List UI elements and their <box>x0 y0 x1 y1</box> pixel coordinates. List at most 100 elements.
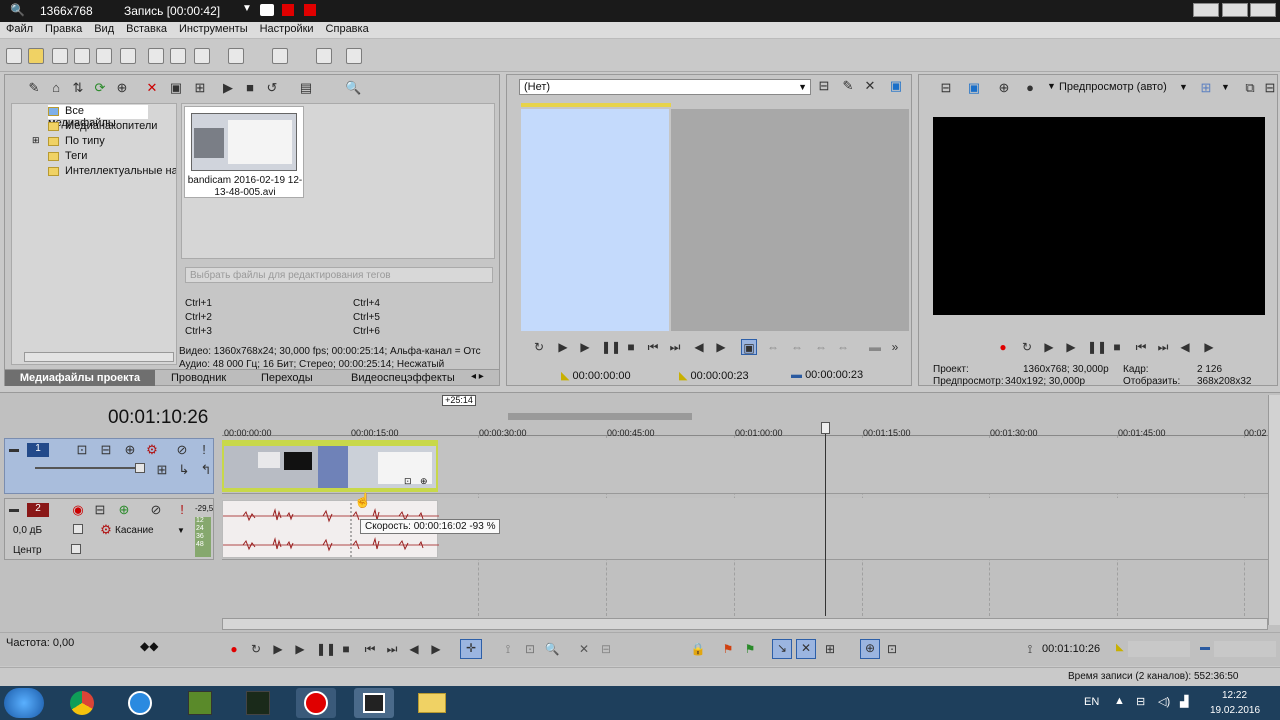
composite-icon[interactable]: ⊕ <box>123 443 137 457</box>
play-icon[interactable]: ▶ <box>292 641 308 657</box>
play-from-start-icon[interactable]: ▶ <box>270 641 286 657</box>
zoom-icon[interactable]: 🔍 <box>345 81 361 95</box>
level-slider-handle[interactable] <box>135 463 145 473</box>
bypass-icon[interactable]: ↰ <box>199 463 213 477</box>
tray-signal-icon[interactable]: ▟ <box>1180 695 1188 708</box>
region-icon[interactable]: ⚑ <box>742 641 758 657</box>
preview-properties-icon[interactable]: ⊟ <box>939 81 953 95</box>
lock-icon[interactable]: 🔒 <box>690 641 706 657</box>
track-motion-icon[interactable]: ⊡ <box>75 443 89 457</box>
taskbar-minecraft[interactable] <box>180 688 220 718</box>
tabs-arrows-icon[interactable]: ◂ ▸ <box>471 371 484 382</box>
trim-tool-2-icon[interactable]: ⇔ <box>789 339 805 355</box>
play-icon[interactable]: ▶ <box>577 339 593 355</box>
preview-video[interactable] <box>933 117 1265 315</box>
rate-slider-icon[interactable]: ◆◆ <box>140 639 158 653</box>
play-from-start-icon[interactable]: ▶ <box>555 339 571 355</box>
next-frame-icon[interactable]: ▶ <box>1201 339 1217 355</box>
auto-crossfade-icon[interactable]: ✕ <box>796 639 816 659</box>
expand-icon[interactable]: ⊞ <box>32 135 40 146</box>
trim-mode-icon[interactable]: ▣ <box>741 339 757 355</box>
redo-icon[interactable] <box>272 48 288 64</box>
collapse-icon[interactable]: ▬ <box>7 443 21 457</box>
get-media-icon[interactable]: ⇅ <box>71 81 85 95</box>
trim-tool-4-icon[interactable]: ⇔ <box>835 339 851 355</box>
chevron-down-icon[interactable]: ▼ <box>177 526 185 535</box>
display-icon[interactable]: ▣ <box>889 79 903 93</box>
taskbar-vegas[interactable] <box>354 688 394 718</box>
go-end-icon[interactable]: ⏭ <box>384 641 400 657</box>
paste-icon[interactable] <box>194 48 210 64</box>
timeline-hscroll[interactable] <box>222 618 1268 630</box>
tray-arrow-icon[interactable]: ▲ <box>1114 695 1125 707</box>
selection-start-field[interactable] <box>1128 641 1190 657</box>
audio-composite-icon[interactable]: ⊕ <box>117 503 131 517</box>
trimmer-selector[interactable]: (Нет) ▼ <box>519 79 811 95</box>
delete-icon[interactable]: ✕ <box>576 641 592 657</box>
fx-icon[interactable]: ⊕ <box>420 476 428 487</box>
next-frame-icon[interactable]: ▶ <box>713 339 729 355</box>
search-media-icon[interactable]: ⊕ <box>115 81 129 95</box>
properties-media-icon[interactable]: ▣ <box>169 81 183 95</box>
taskbar-bandicam[interactable] <box>296 688 336 718</box>
tree-item-smart[interactable]: Интеллектуальные нак <box>48 165 176 177</box>
solo-icon[interactable]: ! <box>175 503 189 517</box>
grid-icon[interactable]: ⊞ <box>1199 81 1213 95</box>
chevron-down-icon[interactable]: ▼ <box>1179 82 1188 92</box>
tab-video-fx[interactable]: Видеоспецэффекты <box>351 372 455 384</box>
tree-item-all[interactable]: Все медиафайлы <box>48 105 148 129</box>
stop-icon[interactable]: ■ <box>1109 339 1125 355</box>
play-media-icon[interactable]: ▶ <box>221 81 235 95</box>
save-as-icon[interactable] <box>74 48 90 64</box>
pause-icon[interactable]: ❚❚ <box>316 641 336 657</box>
render-icon[interactable] <box>96 48 112 64</box>
settings-icon[interactable]: ⚙ <box>99 523 113 537</box>
mute-icon[interactable]: ⊘ <box>149 503 163 517</box>
tab-transitions[interactable]: Переходы <box>261 372 313 384</box>
crop-icon[interactable]: ⊡ <box>404 476 412 487</box>
eraser-icon[interactable] <box>316 48 332 64</box>
play-icon[interactable]: ▶ <box>1063 339 1079 355</box>
collapse-icon[interactable]: ▬ <box>7 503 21 517</box>
go-start-icon[interactable]: ⏮ <box>362 641 378 657</box>
tray-volume-icon[interactable]: ◁) <box>1158 695 1170 708</box>
audio-track-header[interactable]: ▬ 2 ◉ ⊟ ⊕ ⊘ ! 0,0 дБ ⚙ Касание ▼ Центр -… <box>4 498 214 560</box>
more-icon[interactable]: » <box>887 339 903 355</box>
tab-project-media[interactable]: Медиафайлы проекта <box>5 370 155 386</box>
media-file-item[interactable]: bandicam 2016-02-19 12-13-48-005.avi <box>184 106 304 198</box>
minimize-button[interactable] <box>1193 3 1219 17</box>
menu-edit[interactable]: Правка <box>39 22 88 36</box>
video-track-header[interactable]: ▬ 1 ⊡ ⊟ ⊕ ⚙ ⊘ ! ⊞ ↳ ↰ <box>4 438 214 494</box>
audio-mode[interactable]: Касание <box>115 525 154 536</box>
menu-settings[interactable]: Настройки <box>254 22 320 36</box>
edit-icon[interactable]: ✎ <box>841 79 855 93</box>
playhead-handle[interactable] <box>821 422 830 434</box>
copy-snapshot-icon[interactable]: ⧉ <box>1243 81 1257 95</box>
open-icon[interactable] <box>28 48 44 64</box>
trimmer-selection-bar[interactable] <box>521 103 671 107</box>
split-screen-icon[interactable]: ⊕ <box>997 81 1011 95</box>
lock-envelopes-icon[interactable]: ⊕ <box>860 639 880 659</box>
menu-help[interactable]: Справка <box>320 22 375 36</box>
marker-icon[interactable]: ⚑ <box>720 641 736 657</box>
envelope-tool-icon[interactable]: ⟟ <box>500 641 516 657</box>
stop-icon[interactable]: ■ <box>338 641 354 657</box>
menu-view[interactable]: Вид <box>88 22 120 36</box>
undo-icon[interactable] <box>228 48 244 64</box>
chevron-down-icon[interactable]: ▼ <box>1221 82 1230 92</box>
settings-icon[interactable]: ⚙ <box>145 443 159 457</box>
delete-icon[interactable]: ✕ <box>145 81 159 95</box>
tree-item-tags[interactable]: Теги <box>48 150 87 162</box>
trim-tool-3-icon[interactable]: ⇔ <box>813 339 829 355</box>
prev-frame-icon[interactable]: ◀ <box>1177 339 1193 355</box>
capture-icon[interactable]: ⌂ <box>49 81 63 95</box>
add-to-timeline-icon[interactable]: ⊟ <box>817 79 831 93</box>
copy-icon[interactable] <box>170 48 186 64</box>
mute-icon[interactable]: ⊘ <box>175 443 189 457</box>
views-icon[interactable]: ▤ <box>299 81 313 95</box>
tree-item-type[interactable]: По типу <box>48 135 105 147</box>
play-from-start-icon[interactable]: ▶ <box>1041 339 1057 355</box>
ripple-icon[interactable]: ⊞ <box>822 641 838 657</box>
start-button[interactable] <box>4 688 44 718</box>
external-monitor-icon[interactable]: ▣ <box>967 81 981 95</box>
